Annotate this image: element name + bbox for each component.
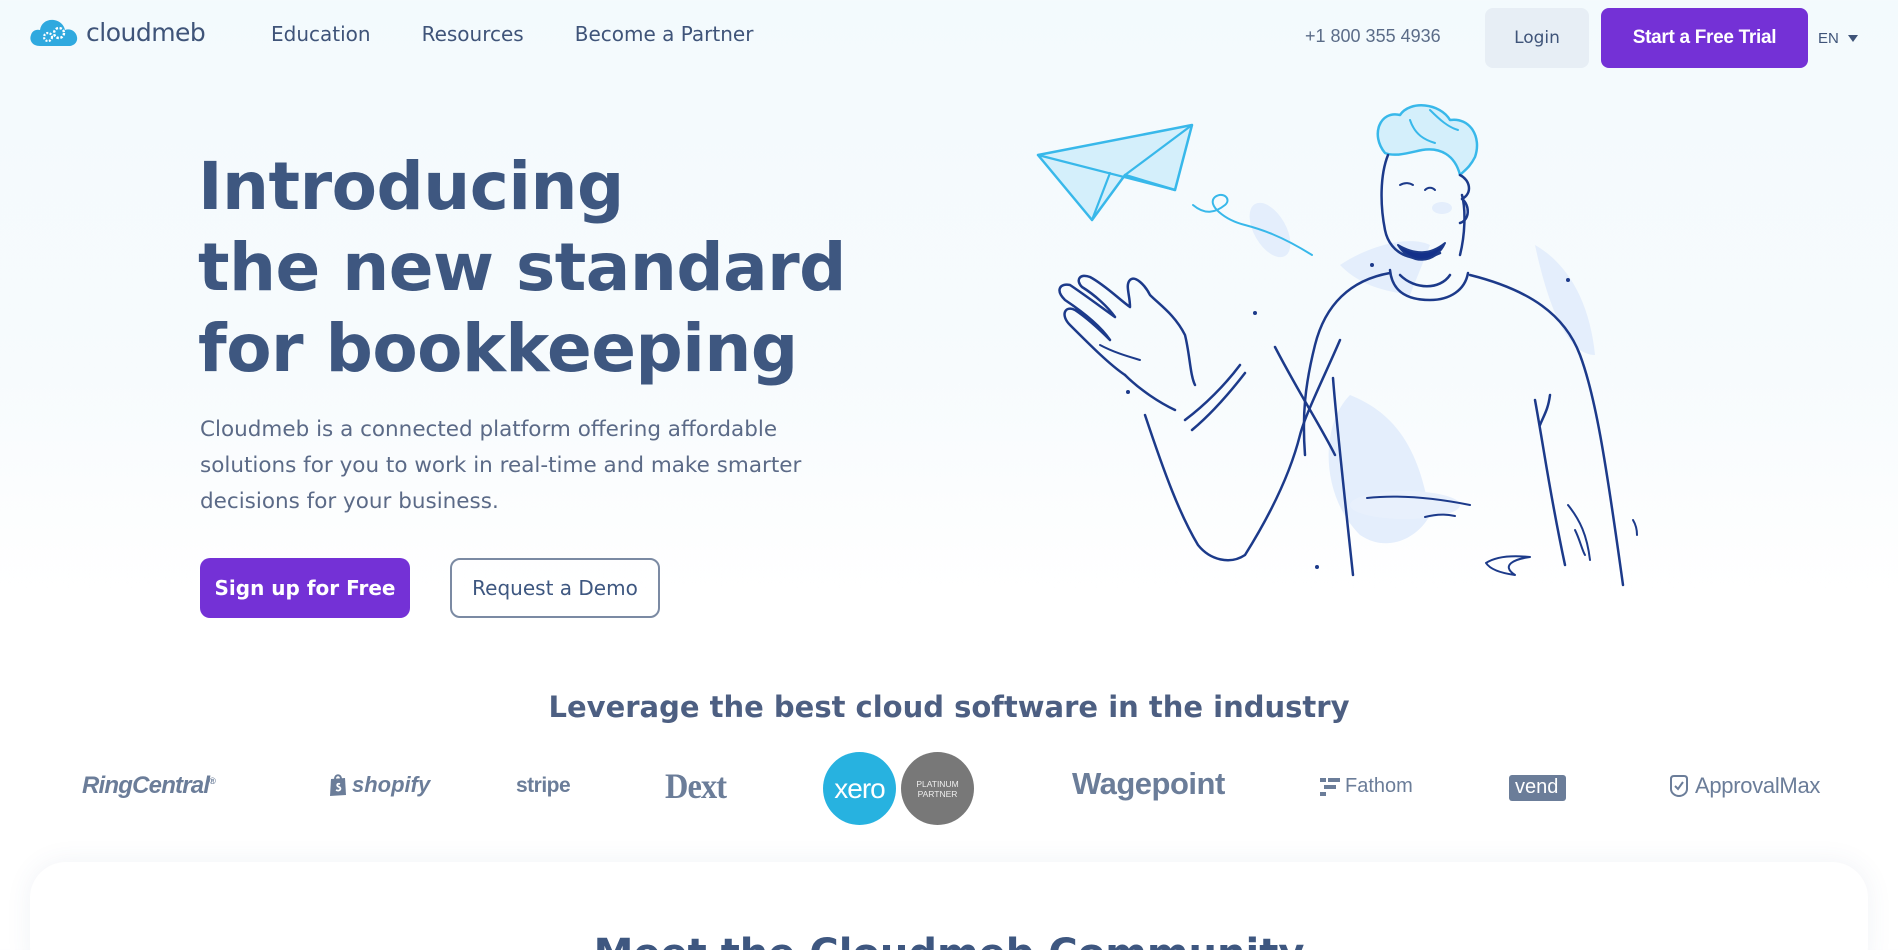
phone-number-link[interactable]: +1 800 355 4936 bbox=[1305, 26, 1441, 47]
hero-title: Introducing the new standard for bookkee… bbox=[198, 146, 898, 389]
platinum-badge-line-2: PARTNER bbox=[917, 788, 958, 799]
partners-heading: Leverage the best cloud software in the … bbox=[548, 690, 1350, 724]
wagepoint-logo: Wagepoint bbox=[1072, 766, 1225, 801]
nav-item-resources[interactable]: Resources bbox=[422, 22, 524, 46]
hero-illustration bbox=[1036, 104, 1638, 587]
fathom-logo-text: Fathom bbox=[1345, 775, 1413, 797]
fathom-logo: Fathom bbox=[1320, 775, 1413, 798]
hero-description: Cloudmeb is a connected platform offerin… bbox=[200, 417, 802, 514]
sign-up-free-button[interactable]: Sign up for Free bbox=[200, 558, 410, 618]
ringcentral-logo-text: RingCentral bbox=[82, 772, 210, 799]
dext-logo: Dext bbox=[665, 766, 727, 806]
fathom-icon bbox=[1320, 777, 1340, 796]
xero-logo: xero bbox=[823, 752, 896, 825]
partner-logo-row: RingCentral® shopify stripe Dext xero PL… bbox=[0, 740, 1898, 830]
top-navigation-bar: cloudmeb Education Resources Become a Pa… bbox=[0, 0, 1898, 72]
community-title: Meet the Cloudmeb Community bbox=[0, 931, 1898, 950]
shopify-logo-text: shopify bbox=[352, 772, 431, 797]
login-button[interactable]: Login bbox=[1485, 8, 1589, 68]
main-nav: Education Resources Become a Partner bbox=[271, 22, 753, 46]
hero-title-line-3: for bookkeeping bbox=[198, 310, 798, 387]
language-code: EN bbox=[1818, 30, 1839, 47]
start-free-trial-button[interactable]: Start a Free Trial bbox=[1601, 8, 1808, 68]
cloud-gear-logo-icon bbox=[30, 19, 78, 46]
nav-item-education[interactable]: Education bbox=[271, 22, 371, 46]
brand-logo[interactable]: cloudmeb bbox=[28, 16, 206, 48]
stripe-logo: stripe bbox=[516, 774, 571, 797]
registered-mark: ® bbox=[209, 776, 216, 786]
hero-title-line-2: the new standard bbox=[198, 229, 846, 306]
brand-name: cloudmeb bbox=[86, 17, 206, 47]
shopify-logo: shopify bbox=[328, 772, 430, 798]
shopify-bag-icon bbox=[330, 774, 346, 796]
approvalmax-logo: ApprovalMax bbox=[1667, 773, 1820, 799]
language-selector[interactable]: EN bbox=[1818, 30, 1858, 47]
hero-title-line-1: Introducing bbox=[198, 148, 624, 225]
ringcentral-logo: RingCentral® bbox=[82, 772, 216, 800]
vend-logo: vend bbox=[1509, 775, 1567, 801]
nav-item-become-a-partner[interactable]: Become a Partner bbox=[575, 22, 754, 46]
approvalmax-check-icon bbox=[1670, 775, 1688, 798]
platinum-partner-badge: PLATINUM PARTNER bbox=[901, 752, 974, 825]
approvalmax-logo-text: ApprovalMax bbox=[1695, 773, 1821, 798]
request-demo-button[interactable]: Request a Demo bbox=[450, 558, 660, 618]
platinum-badge-line-1: PLATINUM bbox=[916, 778, 959, 789]
chevron-down-icon bbox=[1847, 35, 1858, 42]
